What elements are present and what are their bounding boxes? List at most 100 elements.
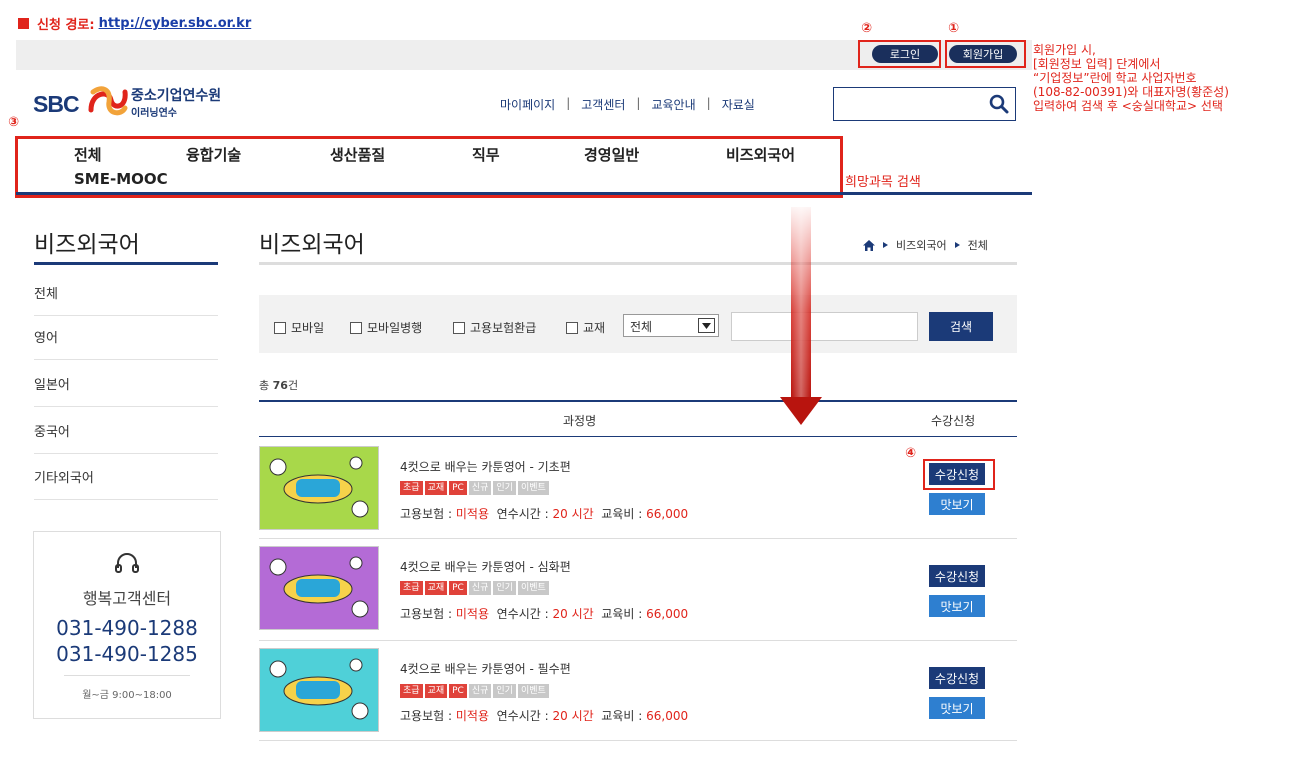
hope-search-label: 희망과목 검색 (845, 175, 921, 190)
total-suffix: 건 (287, 379, 299, 392)
fee-value: 66,000 (646, 607, 689, 621)
preview-button[interactable]: 맛보기 (929, 697, 985, 719)
course-thumbnail[interactable] (259, 446, 379, 530)
checkbox-icon[interactable] (566, 321, 578, 334)
tag-popular: 인기 (493, 684, 516, 698)
filter-textbook[interactable]: 교재 (566, 319, 605, 336)
nav-item-production[interactable]: 생산품질 (330, 144, 385, 165)
row-divider (259, 640, 1017, 641)
preview-button[interactable]: 맛보기 (929, 493, 985, 515)
course-info: 고용보험 : 미적용 연수시간 : 20 시간 교육비 : 66,000 (400, 605, 688, 622)
logo-subtitle: 이러닝연수 (131, 108, 177, 119)
nav-item-job[interactable]: 직무 (472, 144, 500, 165)
row-divider (259, 538, 1017, 539)
tag-new: 신규 (468, 581, 492, 595)
row-divider (259, 740, 1017, 741)
join-button[interactable]: 회원가입 (949, 45, 1017, 63)
select-value: 전체 (630, 320, 653, 334)
course-title[interactable]: 4컷으로 배우는 카툰영어 - 심화편 (400, 558, 571, 575)
tag-pc: PC (449, 481, 467, 495)
checkbox-icon[interactable] (453, 321, 465, 334)
arrow-down-icon (780, 207, 822, 425)
preview-button[interactable]: 맛보기 (929, 595, 985, 617)
breadcrumb-separator-icon (954, 242, 960, 248)
filter-insurance[interactable]: 고용보험환급 (453, 319, 536, 336)
util-link-guide[interactable]: 교육안내 (651, 96, 695, 113)
search-button[interactable]: 검색 (929, 312, 993, 341)
tag-textbook: 교재 (424, 684, 448, 698)
tag-event: 이벤트 (517, 581, 549, 595)
logo-brand[interactable]: SBC (33, 91, 80, 118)
tag-pc: PC (449, 684, 467, 698)
customer-center: 행복고객센터 031-490-1288 031-490-1285 월~금 9:0… (33, 531, 221, 719)
sidebar-item-label: 일본어 (34, 377, 70, 393)
tag-pc: PC (449, 581, 467, 595)
step-marker-nav: ③ (8, 115, 20, 130)
course-thumbnail[interactable] (259, 648, 379, 732)
tag-popular: 인기 (493, 481, 516, 495)
course-tags: 초급 교재 PC 신규 인기 이벤트 (400, 581, 549, 595)
apply-button[interactable]: 수강신청 (929, 565, 985, 587)
sidebar-title-bar (34, 262, 218, 265)
note-line: 회원가입 시, (1033, 43, 1096, 57)
route-link[interactable]: http://cyber.sbc.or.kr (99, 16, 252, 31)
step-marker-login: ② (861, 21, 873, 36)
note-line: “기업정보”란에 학교 사업자번호 (1033, 71, 1197, 85)
tag-new: 신규 (468, 481, 492, 495)
course-title[interactable]: 4컷으로 배우는 카툰영어 - 기초편 (400, 458, 571, 475)
tag-popular: 인기 (493, 581, 516, 595)
nav-item-management[interactable]: 경영일반 (584, 144, 639, 165)
hours-value: 20 시간 (552, 607, 594, 621)
course-thumbnail[interactable] (259, 546, 379, 630)
util-link-resources[interactable]: 자료실 (722, 96, 755, 113)
step-marker-join: ① (948, 21, 960, 36)
sidebar-item-english[interactable]: 영어 (34, 313, 218, 360)
login-button[interactable]: 로그인 (872, 45, 938, 63)
hours-label: 연수시간 : (496, 709, 549, 723)
checkbox-icon[interactable] (274, 321, 286, 334)
filter-label: 교재 (583, 321, 606, 335)
checkbox-icon[interactable] (350, 321, 362, 334)
logo-icon (88, 86, 128, 116)
filter-mobile[interactable]: 모바일 (274, 319, 324, 336)
total-number: 76 (272, 379, 288, 392)
insurance-label: 고용보험 : (400, 607, 453, 621)
sidebar-item-japanese[interactable]: 일본어 (34, 360, 218, 407)
sidebar-item-all[interactable]: 전체 (34, 269, 218, 316)
apply-button[interactable]: 수강신청 (929, 667, 985, 689)
nav-item-mooc[interactable]: SME-MOOC (74, 170, 168, 188)
route-label: 신청 경로: (37, 18, 95, 33)
keyword-input[interactable] (731, 312, 918, 341)
step-marker-apply: ④ (905, 446, 917, 461)
filter-mobile-combined[interactable]: 모바일병행 (350, 319, 422, 336)
header-search-input[interactable] (834, 88, 984, 120)
signup-note: 회원가입 시, [회원정보 입력] 단계에서 “기업정보”란에 학교 사업자번호… (1033, 43, 1229, 113)
nav-item-language[interactable]: 비즈외국어 (726, 144, 795, 165)
fee-label: 교육비 : (601, 709, 643, 723)
bullet-square-icon (18, 18, 29, 29)
breadcrumb-item[interactable]: 비즈외국어 (896, 237, 947, 253)
home-icon[interactable] (863, 239, 875, 251)
nav-item-fusion[interactable]: 융합기술 (186, 144, 241, 165)
cs-phone-2: 031-490-1285 (56, 642, 198, 666)
nav-item-all[interactable]: 전체 (74, 144, 102, 165)
apply-button[interactable]: 수강신청 (929, 463, 985, 485)
search-icon[interactable] (989, 94, 1009, 114)
sidebar-item-other[interactable]: 기타외국어 (34, 453, 218, 500)
total-prefix: 총 (259, 379, 270, 392)
util-link-support[interactable]: 고객센터 (581, 96, 625, 113)
filter-label: 모바일 (291, 321, 325, 335)
chevron-down-icon[interactable] (698, 318, 715, 333)
logo-title: 중소기업연수원 (131, 88, 222, 104)
fee-label: 교육비 : (601, 607, 643, 621)
breadcrumb-item[interactable]: 전체 (968, 237, 988, 253)
insurance-value: 미적용 (455, 507, 489, 521)
tag-new: 신규 (468, 684, 492, 698)
title-divider (259, 262, 1017, 265)
fee-label: 교육비 : (601, 507, 643, 521)
cs-hours: 월~금 9:00~18:00 (64, 675, 190, 701)
util-link-mypage[interactable]: 마이페이지 (500, 96, 555, 113)
category-select[interactable]: 전체 (623, 314, 719, 337)
sidebar-item-chinese[interactable]: 중국어 (34, 407, 218, 454)
course-title[interactable]: 4컷으로 배우는 카툰영어 - 필수편 (400, 660, 571, 677)
